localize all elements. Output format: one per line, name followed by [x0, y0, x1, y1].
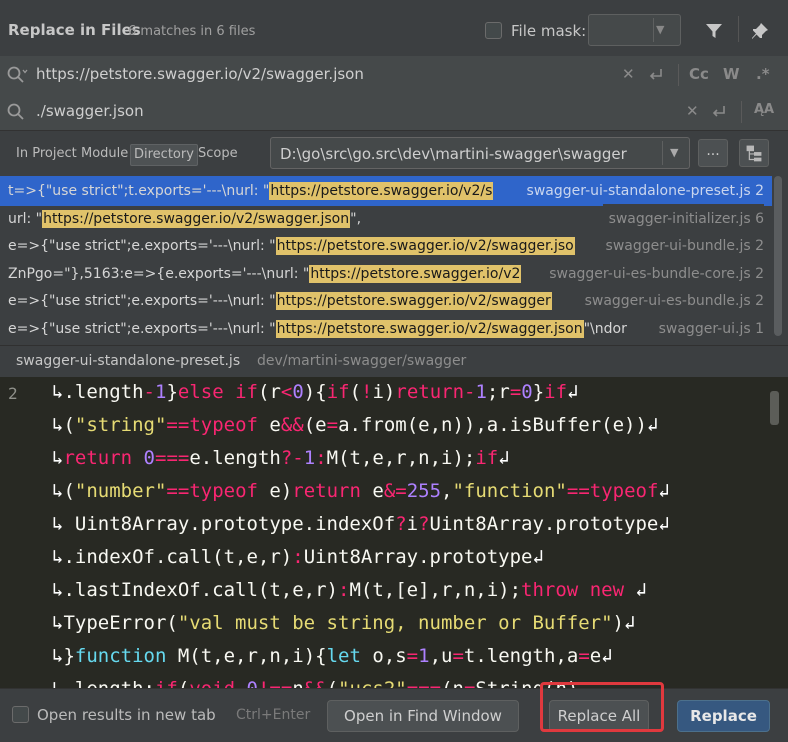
result-row[interactable]: t=>{"use strict";t.exports='---\nurl: "h…	[0, 176, 772, 206]
find-input[interactable]: https://petstore.swagger.io/v2/swagger.j…	[36, 65, 364, 83]
result-snippet: e=>{"use strict";e.exports='---\nurl: "h…	[8, 314, 627, 344]
result-prefix: t=>{"use strict";t.exports='---\nurl: "	[8, 183, 270, 199]
regex-icon[interactable]: .*	[756, 65, 770, 83]
line-gutter: 2	[0, 377, 48, 688]
code-line: ↳TypeError("val must be string, number o…	[52, 612, 636, 634]
options-divider	[741, 101, 742, 123]
browse-button[interactable]: ...	[698, 139, 728, 167]
header-divider	[738, 16, 739, 42]
highlight-annotation	[540, 682, 664, 732]
results-scrollbar[interactable]	[774, 176, 782, 336]
code-line: ↳("number"==typeof e)return e&=255,"func…	[52, 480, 670, 502]
result-row[interactable]: ZnPgo="},5163:e=>{e.exports='---\nurl: "…	[0, 258, 772, 289]
code-line: ↳ Uint8Array.prototype.indexOf?i?Uint8Ar…	[52, 513, 670, 535]
result-snippet: url: "https://petstore.swagger.io/v2/swa…	[8, 204, 361, 234]
result-prefix: url: "	[8, 210, 43, 227]
result-match: https://petstore.swagger.io/v2	[309, 264, 522, 283]
result-prefix: e=>{"use strict";e.exports='---\nurl: "	[8, 293, 276, 309]
preview-file-dir: dev/martini-swagger/swagger	[257, 353, 467, 369]
result-snippet: ZnPgo="},5163:e=>{e.exports='---\nurl: "…	[8, 259, 522, 289]
code-line: ↳return 0===e.length?-1:M(t,e,r,n,i);if↲	[52, 447, 510, 469]
options-divider	[678, 64, 679, 86]
dialog-footer: Open results in new tab Ctrl+Enter Open …	[0, 688, 788, 742]
result-prefix: e=>{"use strict";e.exports='---\nurl: "	[8, 320, 276, 337]
code-line: ↳("string"==typeof e&&(e=a.from(e,n)),a.…	[52, 414, 659, 436]
result-file: swagger-ui-standalone-preset.js 2	[520, 176, 764, 206]
result-prefix: e=>{"use strict";e.exports='---\nurl: "	[8, 238, 276, 254]
preserve-case-icon[interactable]: ĄA	[754, 102, 774, 117]
dialog-header: Replace in Files 6 matches in 6 files Fi…	[0, 0, 788, 58]
search-icon[interactable]	[6, 102, 28, 122]
result-file: swagger-ui-es-bundle-core.js 2	[543, 258, 764, 289]
file-mask-combo[interactable]: ▼	[588, 14, 681, 46]
result-match: https://petstore.swagger.io/v2/swagger.j…	[42, 209, 351, 228]
result-snippet: e=>{"use strict";e.exports='---\nurl: "h…	[8, 286, 552, 316]
preview-path-bar: swagger-ui-standalone-preset.js dev/mart…	[0, 345, 788, 377]
replace-button[interactable]: Replace	[677, 700, 770, 732]
open-new-tab-checkbox[interactable]	[12, 706, 29, 723]
scope-bar: In Project Module Directory Scope D:\go\…	[0, 130, 788, 176]
tab-scope[interactable]: Scope	[195, 144, 241, 166]
result-row[interactable]: e=>{"use strict";e.exports='---\nurl: "h…	[0, 231, 772, 261]
result-file: swagger-ui-es-bundle.js 2	[578, 286, 764, 316]
result-suffix: ",	[350, 210, 362, 227]
result-match: https://petstore.swagger.io/v2/swagger.j…	[275, 237, 575, 255]
match-summary: 6 matches in 6 files	[128, 24, 256, 39]
results-list[interactable]: t=>{"use strict";t.exports='---\nurl: "h…	[0, 176, 788, 345]
result-row[interactable]: e=>{"use strict";e.exports='---\nurl: "h…	[0, 313, 772, 344]
result-file: swagger-initializer.js 6	[602, 203, 764, 234]
result-match: https://petstore.swagger.io/v2/swagger.j…	[275, 319, 584, 338]
open-new-tab-label[interactable]: Open results in new tab	[37, 706, 216, 724]
result-suffix: "\ndor	[583, 320, 627, 337]
result-file: swagger-ui-bundle.js 2	[599, 231, 764, 261]
result-match: https://petstore.swagger.io/v2/s	[269, 182, 494, 200]
whole-words-icon[interactable]: W	[723, 65, 740, 83]
replace-field-row: ./swagger.json ✕ ĄA	[0, 93, 788, 131]
line-number: 2	[8, 384, 18, 403]
find-field-row: https://petstore.swagger.io/v2/swagger.j…	[0, 56, 788, 94]
combo-separator	[653, 18, 654, 42]
result-row[interactable]: url: "https://petstore.swagger.io/v2/swa…	[0, 203, 772, 234]
result-file: swagger-ui.js 1	[652, 313, 764, 344]
directory-combo[interactable]: D:\go\src\go.src\dev\martini-swagger\swa…	[270, 137, 690, 169]
clear-icon[interactable]: ✕	[622, 65, 635, 83]
result-snippet: t=>{"use strict";t.exports='---\nurl: "h…	[8, 176, 494, 206]
result-match: https://petstore.swagger.io/v2/swagger	[275, 292, 552, 310]
shortcut-hint: Ctrl+Enter	[236, 707, 311, 723]
editor-scrollbar[interactable]	[770, 391, 779, 425]
newline-icon[interactable]	[709, 104, 729, 120]
code-line: ↳.indexOf.call(t,e,r):Uint8Array.prototy…	[52, 546, 544, 568]
directory-tree-icon[interactable]	[739, 139, 769, 167]
result-snippet: e=>{"use strict";e.exports='---\nurl: "h…	[8, 231, 575, 261]
code-line: ↳.length;if(void 0!==n&&("ucs2"===(n=Str…	[52, 676, 578, 688]
dialog-title: Replace in Files	[8, 21, 141, 39]
search-icon[interactable]	[6, 65, 28, 85]
replace-input[interactable]: ./swagger.json	[36, 102, 144, 120]
result-prefix: ZnPgo="},5163:e=>{e.exports='---\nurl: "	[8, 265, 310, 282]
tab-module[interactable]: Module	[78, 144, 131, 166]
file-mask-label: File mask:	[511, 22, 587, 40]
tab-directory[interactable]: Directory	[130, 144, 198, 166]
filter-icon[interactable]	[704, 21, 724, 41]
open-in-find-window-button[interactable]: Open in Find Window	[327, 700, 519, 732]
result-row[interactable]: e=>{"use strict";e.exports='---\nurl: "h…	[0, 286, 772, 316]
pin-icon[interactable]	[750, 21, 770, 41]
chevron-down-icon[interactable]: ▼	[670, 146, 678, 159]
clear-icon[interactable]: ✕	[686, 102, 699, 120]
code-preview[interactable]: 2 ↳.length-1}else if(r<0){if(!i)return-1…	[0, 377, 788, 688]
combo-separator	[662, 141, 663, 165]
preview-file-name: swagger-ui-standalone-preset.js	[16, 353, 241, 369]
chevron-down-icon[interactable]: ▼	[656, 23, 664, 36]
match-case-icon[interactable]: Cc	[689, 65, 709, 83]
tab-in-project[interactable]: In Project	[13, 144, 80, 166]
code-line: ↳.lastIndexOf.call(t,e,r):M(t,[e],r,n,i)…	[52, 579, 647, 601]
file-mask-checkbox[interactable]	[485, 22, 502, 39]
newline-icon[interactable]	[646, 67, 666, 83]
code-line: ↳}function M(t,e,r,n,i){let o,s=1,u=t.le…	[52, 645, 613, 667]
directory-value: D:\go\src\go.src\dev\martini-swagger\swa…	[280, 145, 627, 163]
code-line: ↳.length-1}else if(r<0){if(!i)return-1;r…	[52, 381, 579, 403]
